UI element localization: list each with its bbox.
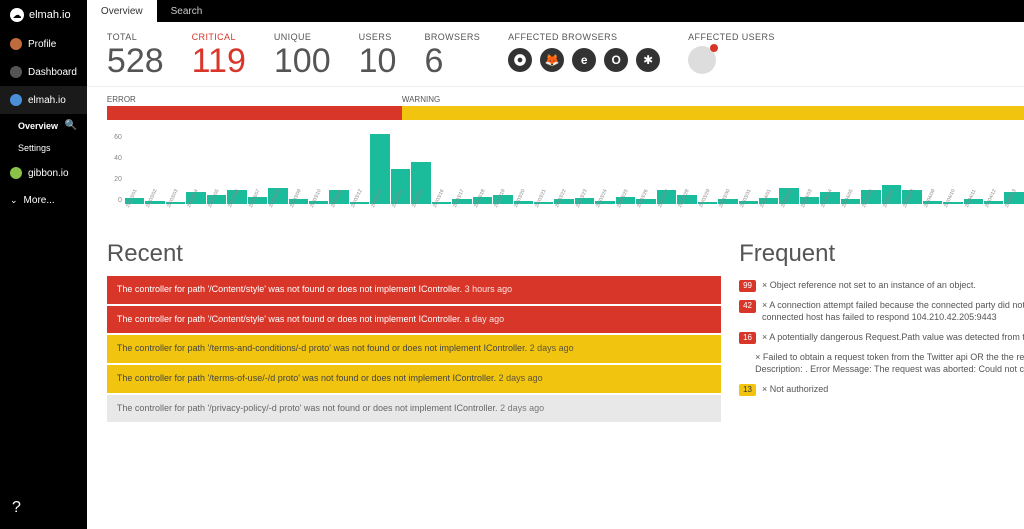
count-badge: 13 (739, 384, 756, 396)
x-axis: 20/03/0120/03/0220/03/0320/03/0420/03/05… (107, 206, 1024, 228)
stat-value: 119 (192, 44, 246, 78)
sidebar-item-more[interactable]: ⌄ More... (0, 187, 87, 214)
sidebar-label: gibbon.io (28, 168, 69, 179)
stat-label: USERS (359, 32, 397, 42)
recent-item[interactable]: The controller for path '/terms-and-cond… (107, 335, 721, 363)
stat-unique: UNIQUE 100 (274, 32, 331, 78)
count-badge: 16 (739, 332, 756, 344)
sidebar-label: elmah.io (28, 95, 66, 106)
frequent-item[interactable]: Failed to obtain a request token from th… (739, 348, 1024, 379)
panel-title: Frequent (739, 240, 1024, 268)
sidebar-sub-settings[interactable]: Settings (0, 137, 87, 159)
tabs: Overview Search (87, 0, 1024, 22)
stat-label: AFFECTED BROWSERS (508, 32, 660, 42)
brand-text: elmah.io (29, 9, 71, 21)
help-button[interactable]: ? (0, 487, 87, 529)
frequent-item[interactable]: 13 Not authorized (739, 380, 1024, 400)
stat-value: 100 (274, 44, 331, 78)
ie-icon: e (572, 48, 596, 72)
profile-icon (10, 38, 22, 50)
stat-label: AFFECTED USERS (688, 32, 775, 42)
frequent-text: Failed to obtain a request token from th… (755, 352, 1024, 375)
severity-labels: ERROR WARNING INFORMATION DEBUG VERBOSE (87, 87, 1024, 106)
recent-item[interactable]: The controller for path '/privacy-policy… (107, 395, 721, 423)
frequent-text: A potentially dangerous Request.Path val… (762, 332, 1024, 344)
chevron-down-icon: ⌄ (10, 195, 18, 206)
stat-affected-browsers: AFFECTED BROWSERS 🦊 e O ✱ (508, 32, 660, 72)
brand-logo[interactable]: ☁ elmah.io (0, 0, 87, 30)
sidebar-item-dashboard[interactable]: Dashboard (0, 58, 87, 86)
dashboard-icon (10, 66, 22, 78)
sidebar: ☁ elmah.io Profile Dashboard elmah.io Ov… (0, 0, 87, 529)
other-browser-icon: ✱ (636, 48, 660, 72)
stat-total: TOTAL 528 (107, 32, 164, 78)
sub-label: Settings (18, 143, 51, 153)
frequent-text: A connection attempt failed because the … (762, 300, 1024, 323)
stat-label: UNIQUE (274, 32, 331, 42)
sev-warning: WARNING (402, 95, 1024, 104)
panels: Recent The controller for path '/Content… (87, 234, 1024, 434)
sidebar-item-gibbon[interactable]: gibbon.io (0, 159, 87, 187)
count-badge: 42 (739, 300, 756, 312)
recent-panel: Recent The controller for path '/Content… (107, 240, 721, 424)
frequent-panel: Frequent 99 Object reference not set to a… (739, 240, 1024, 424)
y-axis: 6040200 (107, 134, 122, 204)
opera-icon: O (604, 48, 628, 72)
sidebar-label: More... (24, 195, 55, 206)
sidebar-label: Profile (28, 39, 56, 50)
severity-bar[interactable] (107, 106, 1024, 120)
search-icon[interactable]: 🔍 (64, 120, 76, 131)
tab-search[interactable]: Search (157, 0, 217, 22)
stat-browsers: BROWSERS 6 (424, 32, 480, 78)
chart: 6040200 20/03/0120/03/0220/03/0320/03/04… (87, 130, 1024, 234)
frequent-item[interactable]: 16 A potentially dangerous Request.Path v… (739, 328, 1024, 348)
stat-label: CRITICAL (192, 32, 246, 42)
frequent-item[interactable]: 99 Object reference not set to an instanc… (739, 276, 1024, 296)
stat-users: USERS 10 (359, 32, 397, 78)
sev-error: ERROR (107, 95, 402, 104)
firefox-icon: 🦊 (540, 48, 564, 72)
recent-item[interactable]: The controller for path '/Content/style'… (107, 306, 721, 334)
frequent-text: Object reference not set to an instance … (762, 280, 976, 292)
frequent-text: Not authorized (762, 384, 828, 396)
frequent-item[interactable]: 42 A connection attempt failed because th… (739, 296, 1024, 327)
stat-value: 6 (424, 44, 480, 78)
chrome-icon (508, 48, 532, 72)
stats-row: TOTAL 528 CRITICAL 119 UNIQUE 100 USERS … (87, 22, 1024, 87)
recent-item[interactable]: The controller for path '/terms-of-use/-… (107, 365, 721, 393)
severity-segment[interactable] (402, 106, 1024, 120)
stat-label: TOTAL (107, 32, 164, 42)
stat-affected-users: AFFECTED USERS (688, 32, 775, 74)
sub-label: Overview (18, 121, 58, 131)
stat-label: BROWSERS (424, 32, 480, 42)
site-icon (10, 167, 22, 179)
site-icon (10, 94, 22, 106)
stat-value: 528 (107, 44, 164, 78)
sidebar-label: Dashboard (28, 67, 77, 78)
panel-title: Recent (107, 240, 721, 268)
sidebar-item-elmah[interactable]: elmah.io (0, 86, 87, 114)
severity-segment[interactable] (107, 106, 402, 120)
recent-item[interactable]: The controller for path '/Content/style'… (107, 276, 721, 304)
stat-critical: CRITICAL 119 (192, 32, 246, 78)
avatar[interactable] (688, 46, 716, 74)
tab-overview[interactable]: Overview (87, 0, 157, 22)
count-badge: 99 (739, 280, 756, 292)
cloud-icon: ☁ (10, 8, 24, 22)
stat-value: 10 (359, 44, 397, 78)
sidebar-item-profile[interactable]: Profile (0, 30, 87, 58)
sidebar-sub-overview[interactable]: Overview 🔍 (0, 114, 87, 137)
main-content: Overview Search TOTAL 528 CRITICAL 119 U… (87, 0, 1024, 529)
